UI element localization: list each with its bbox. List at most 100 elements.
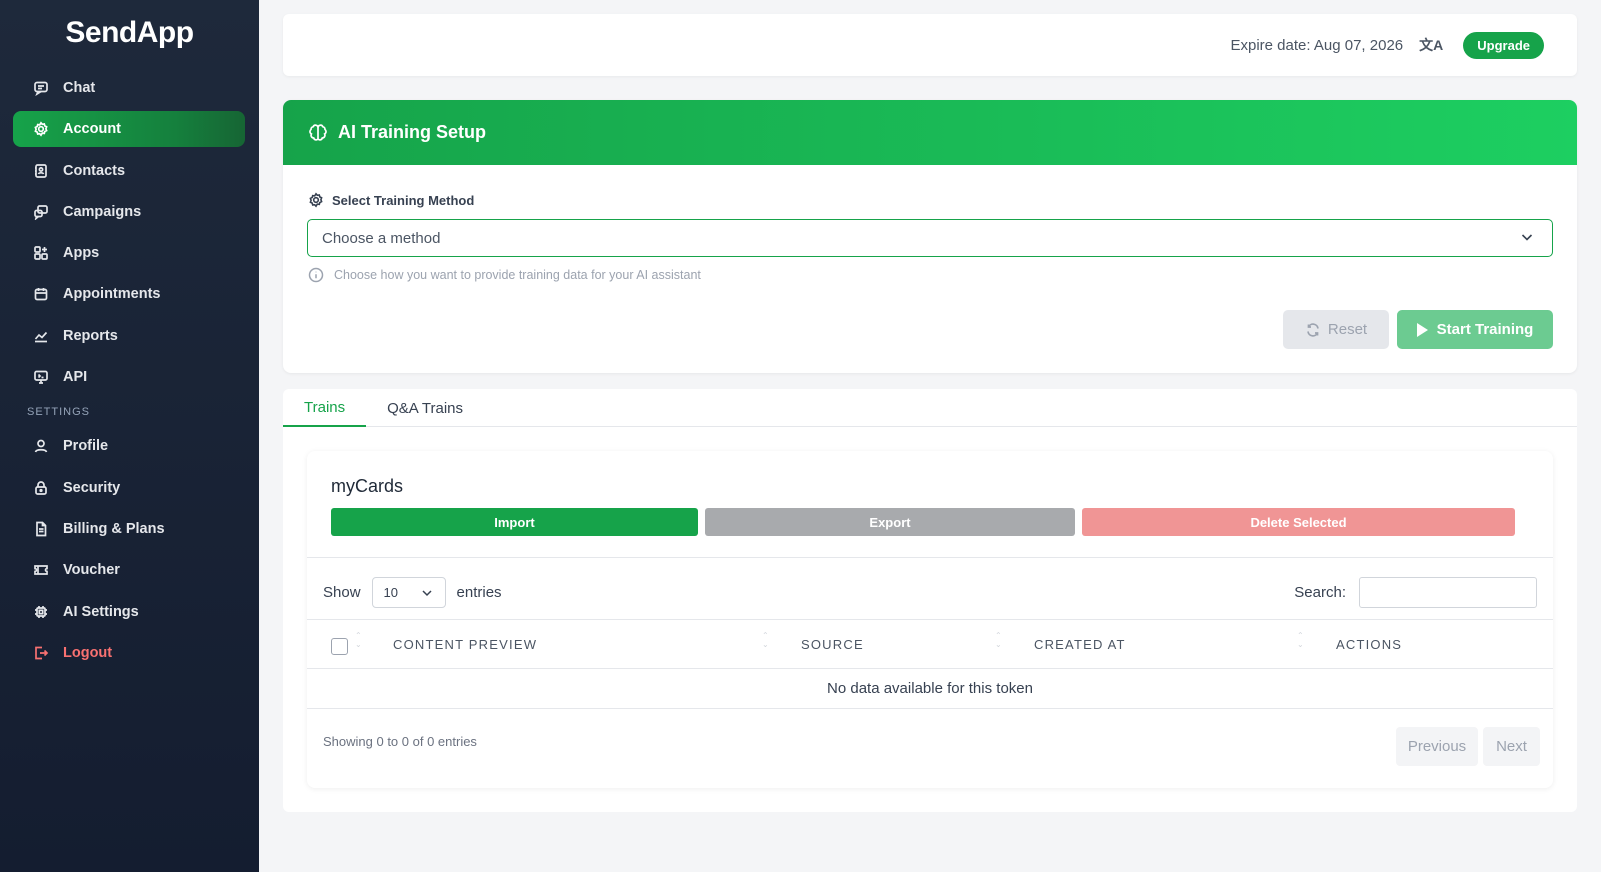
divider — [307, 557, 1553, 558]
select-all-checkbox[interactable] — [331, 638, 348, 655]
entries-value: 10 — [383, 585, 398, 600]
sidebar-item-campaigns[interactable]: Campaigns — [13, 194, 245, 230]
divider — [307, 708, 1553, 709]
brain-icon — [309, 123, 327, 141]
gear-icon — [309, 192, 323, 208]
tab-qa-trains[interactable]: Q&A Trains — [366, 389, 484, 427]
method-select-value: Choose a method — [322, 229, 441, 247]
sort-icon[interactable]: ⌃ ⌄ — [762, 631, 769, 649]
sidebar-item-contacts[interactable]: Contacts — [13, 153, 245, 189]
sidebar-nav: Chat Account Contacts Campaigns Apps App… — [13, 70, 245, 676]
sidebar-item-label: Logout — [63, 644, 113, 661]
previous-page-button[interactable]: Previous — [1396, 727, 1478, 766]
sidebar-item-label: API — [63, 369, 88, 386]
sidebar-item-appointments[interactable]: Appointments — [13, 276, 245, 312]
training-title: AI Training Setup — [338, 122, 487, 142]
lock-icon — [32, 479, 50, 497]
sort-icon[interactable]: ⌃ ⌄ — [1297, 631, 1304, 649]
monitor-icon — [32, 368, 50, 386]
method-label: Select Training Method — [332, 192, 475, 208]
sidebar-item-logout[interactable]: Logout — [13, 635, 245, 671]
top-bar: Expire date: Aug 07, 2026 文A Upgrade — [283, 14, 1577, 76]
sidebar-item-security[interactable]: Security — [13, 470, 245, 506]
mycards-title: myCards — [331, 476, 404, 496]
gear-icon — [32, 120, 50, 138]
import-button[interactable]: Import — [331, 508, 698, 536]
reset-button[interactable]: Reset — [1283, 310, 1389, 349]
calendar-icon — [32, 285, 50, 303]
empty-table-message: No data available for this token — [827, 680, 1033, 697]
sidebar-item-chat[interactable]: Chat — [13, 70, 245, 106]
chat-icon — [32, 79, 50, 97]
entries-select[interactable]: 10 — [371, 577, 446, 608]
logout-icon — [32, 644, 50, 662]
divider — [307, 619, 1553, 620]
export-button[interactable]: Export — [705, 508, 1075, 536]
delete-selected-button[interactable]: Delete Selected — [1082, 508, 1515, 536]
sidebar-item-voucher[interactable]: Voucher — [13, 552, 245, 588]
sidebar-item-label: Reports — [63, 327, 118, 344]
sort-icon[interactable]: ⌃ ⌄ — [355, 631, 362, 649]
sidebar-item-label: Security — [63, 479, 121, 496]
method-help: Choose how you want to provide training … — [308, 267, 701, 283]
contacts-icon — [32, 162, 50, 180]
sidebar-item-apps[interactable]: Apps — [13, 235, 245, 271]
table-search: Search: — [1294, 577, 1537, 608]
sidebar-item-ai-settings[interactable]: AI Settings — [13, 594, 245, 630]
column-header-content-preview[interactable]: CONTENT PREVIEW — [393, 637, 537, 652]
sidebar-item-api[interactable]: API — [13, 359, 245, 395]
sidebar-item-account[interactable]: Account — [13, 111, 245, 148]
sidebar-item-label: Appointments — [63, 286, 161, 303]
method-label-row: Select Training Method — [308, 192, 474, 208]
chip-icon — [32, 603, 50, 621]
sidebar-item-reports[interactable]: Reports — [13, 318, 245, 354]
method-help-text: Choose how you want to provide training … — [334, 268, 701, 282]
chart-icon — [32, 327, 50, 345]
document-icon — [32, 520, 50, 538]
ticket-icon — [32, 561, 50, 579]
sidebar-item-profile[interactable]: Profile — [13, 428, 245, 464]
expire-date: Expire date: Aug 07, 2026 — [1230, 36, 1404, 54]
info-icon — [308, 267, 324, 283]
column-header-source[interactable]: SOURCE — [801, 637, 864, 652]
upgrade-button[interactable]: Upgrade — [1463, 31, 1544, 59]
training-card-header: AI Training Setup — [283, 100, 1577, 165]
method-select[interactable]: Choose a method — [307, 219, 1553, 257]
play-icon — [1416, 322, 1428, 337]
sidebar-item-label: Voucher — [63, 562, 120, 579]
campaigns-icon — [32, 203, 50, 221]
sidebar-item-label: Chat — [63, 80, 96, 96]
sidebar-item-label: AI Settings — [63, 603, 139, 620]
sidebar-item-label: Billing & Plans — [63, 520, 165, 537]
refresh-icon — [1307, 322, 1319, 337]
chevron-down-icon — [422, 590, 432, 597]
search-input[interactable] — [1359, 577, 1537, 608]
table-info: Showing 0 to 0 of 0 entries — [323, 734, 477, 749]
sidebar-item-label: Account — [63, 121, 121, 138]
trains-panel: Trains Q&A Trains myCards Import Export … — [283, 389, 1577, 812]
sort-icon[interactable]: ⌃ ⌄ — [995, 631, 1002, 649]
next-page-button[interactable]: Next — [1483, 727, 1540, 766]
translate-icon[interactable]: 文A — [1419, 35, 1443, 55]
tab-trains[interactable]: Trains — [283, 389, 367, 427]
column-header-actions: ACTIONS — [1336, 637, 1403, 652]
tabs-bar: Trains Q&A Trains — [283, 389, 1577, 427]
reset-label: Reset — [1327, 321, 1368, 338]
divider — [307, 668, 1553, 669]
training-setup-card: AI Training Setup Select Training Method… — [283, 100, 1577, 373]
entries-length: Show 10 entries — [323, 577, 502, 608]
sidebar-item-label: Campaigns — [63, 203, 142, 220]
sidebar-item-label: Contacts — [63, 162, 126, 179]
settings-section-label: SETTINGS — [27, 406, 91, 419]
chevron-down-icon — [1521, 234, 1533, 241]
start-training-button[interactable]: Start Training — [1397, 310, 1553, 349]
sidebar-item-label: Apps — [63, 245, 100, 262]
user-icon — [32, 437, 50, 455]
apps-icon — [32, 244, 50, 262]
column-header-created-at[interactable]: CREATED AT — [1034, 637, 1126, 652]
start-training-label: Start Training — [1436, 321, 1534, 338]
app-logo[interactable]: SendApp — [0, 16, 259, 50]
sidebar: SendApp Chat Account Contacts Campaigns … — [0, 0, 259, 872]
mycards-card: myCards Import Export Delete Selected Sh… — [307, 451, 1553, 788]
sidebar-item-billing[interactable]: Billing & Plans — [13, 511, 245, 547]
